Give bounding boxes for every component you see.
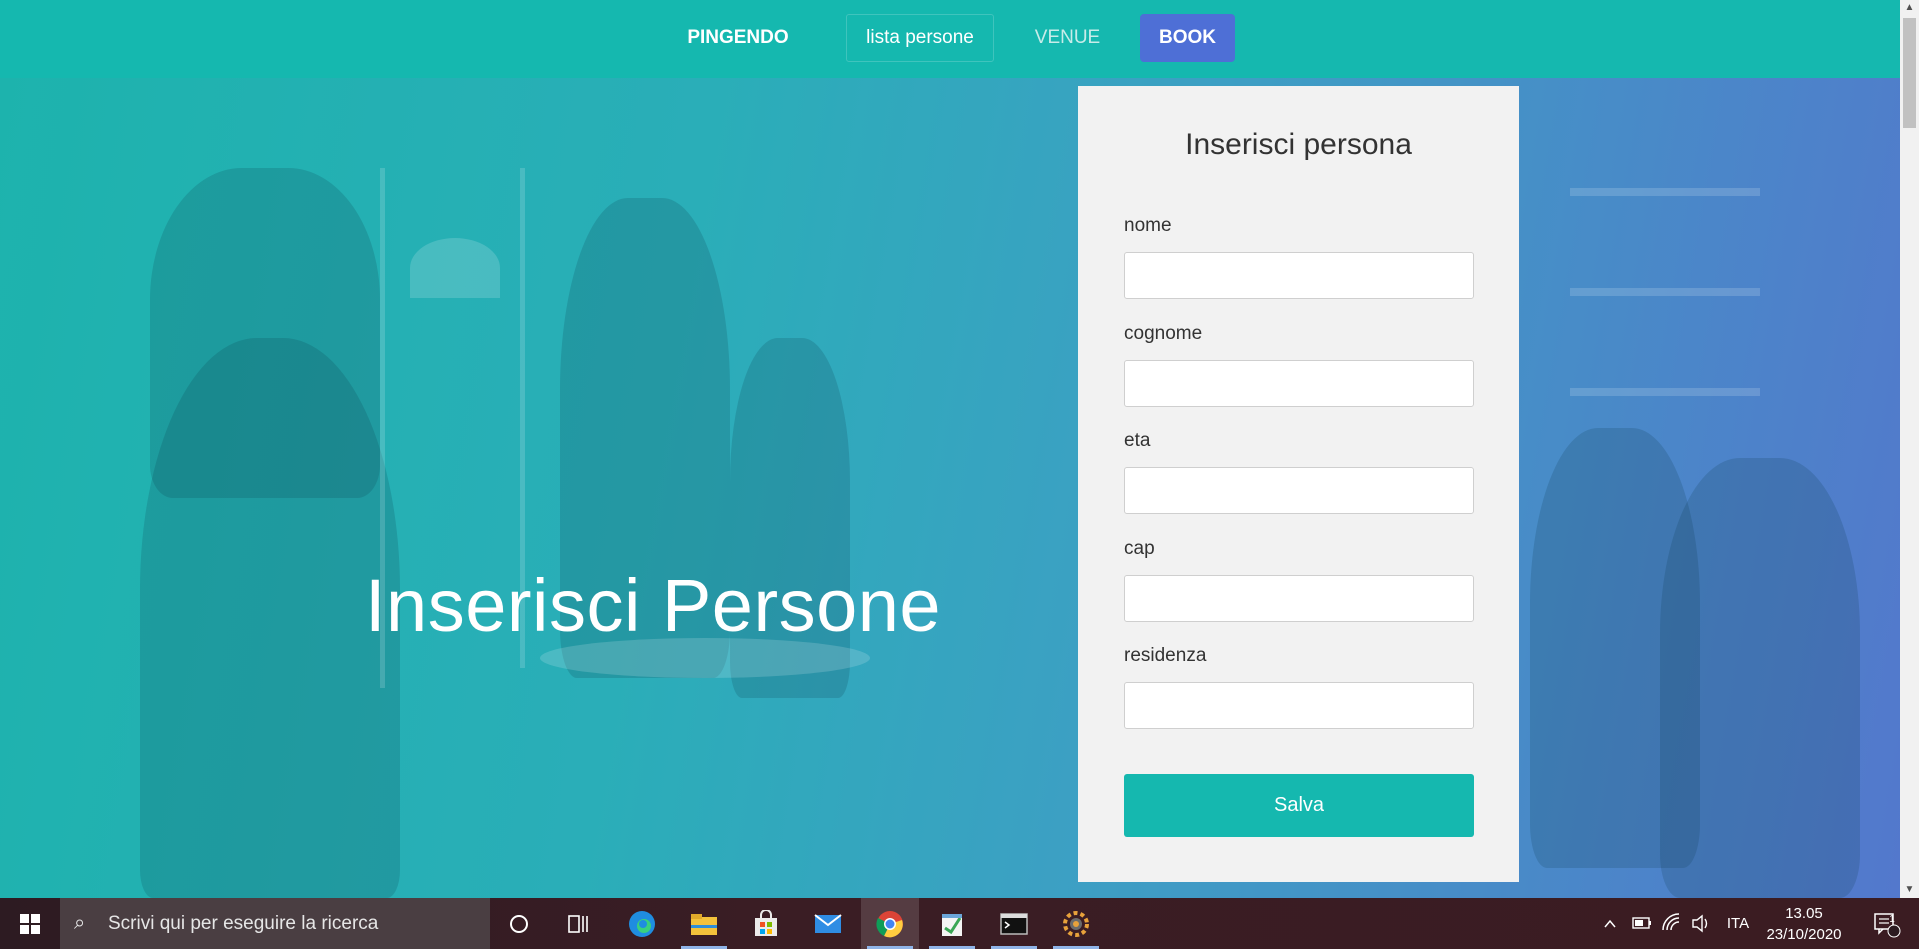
form-title: Inserisci persona: [1185, 128, 1412, 161]
chevron-up-icon[interactable]: [1597, 898, 1623, 949]
hero-section: Inserisci Persone: [0, 78, 1900, 898]
terminal-icon[interactable]: [985, 898, 1043, 949]
save-button[interactable]: Salva: [1124, 774, 1474, 837]
residenza-input[interactable]: [1124, 682, 1474, 729]
cognome-input[interactable]: [1124, 360, 1474, 407]
search-placeholder: Scrivi qui per eseguire la ricerca: [108, 913, 379, 934]
brand-link[interactable]: PINGENDO: [672, 14, 804, 62]
notification-center-icon[interactable]: 1: [1866, 898, 1906, 949]
mail-icon[interactable]: [799, 898, 857, 949]
taskbar-search-box[interactable]: ⌕ Scrivi qui per eseguire la ricerca: [60, 898, 490, 949]
hero-title: Inserisci Persone: [365, 564, 942, 647]
search-icon: ⌕: [74, 912, 86, 934]
page-scrollbar[interactable]: ▲ ▼: [1900, 0, 1919, 898]
clock-date: 23/10/2020: [1766, 926, 1842, 943]
system-clock[interactable]: 13.05 23/10/2020: [1758, 903, 1850, 945]
cortana-icon[interactable]: [490, 898, 548, 949]
task-view-icon[interactable]: [550, 898, 608, 949]
nome-input[interactable]: [1124, 252, 1474, 299]
store-icon[interactable]: [737, 898, 795, 949]
notification-count-badge: 1: [1889, 914, 1895, 925]
start-button[interactable]: [0, 898, 60, 949]
scrollbar-thumb[interactable]: [1903, 18, 1916, 128]
scroll-up-icon[interactable]: ▲: [1900, 0, 1919, 16]
volume-icon[interactable]: [1688, 898, 1714, 949]
cognome-label: cognome: [1124, 323, 1203, 344]
file-explorer-icon[interactable]: [675, 898, 733, 949]
nav-link-lista-persone[interactable]: lista persone: [846, 14, 994, 62]
language-indicator[interactable]: ITA: [1722, 898, 1754, 949]
insert-person-form: Inserisci persona nome cognome eta cap r…: [1078, 86, 1519, 882]
cap-label: cap: [1124, 538, 1155, 559]
residenza-label: residenza: [1124, 645, 1207, 666]
windows-logo-icon: [20, 914, 40, 934]
nav-link-venue[interactable]: VENUE: [1025, 14, 1110, 62]
top-navbar: PINGENDO lista persone VENUE BOOK: [0, 0, 1900, 78]
cap-input[interactable]: [1124, 575, 1474, 622]
battery-icon[interactable]: [1628, 898, 1654, 949]
browser-viewport: Inserisci Persone PINGENDO lista persone…: [0, 0, 1900, 898]
edge-icon[interactable]: [613, 898, 671, 949]
notepad-icon[interactable]: [923, 898, 981, 949]
chrome-icon[interactable]: [861, 898, 919, 949]
scroll-down-icon[interactable]: ▼: [1900, 882, 1919, 898]
wifi-icon[interactable]: [1658, 898, 1684, 949]
windows-taskbar: ⌕ Scrivi qui per eseguire la ricerca ITA…: [0, 898, 1919, 949]
book-button[interactable]: BOOK: [1140, 14, 1235, 62]
settings-icon[interactable]: [1047, 898, 1105, 949]
clock-time: 13.05: [1785, 905, 1823, 922]
nome-label: nome: [1124, 215, 1172, 236]
eta-input[interactable]: [1124, 467, 1474, 514]
eta-label: eta: [1124, 430, 1151, 451]
